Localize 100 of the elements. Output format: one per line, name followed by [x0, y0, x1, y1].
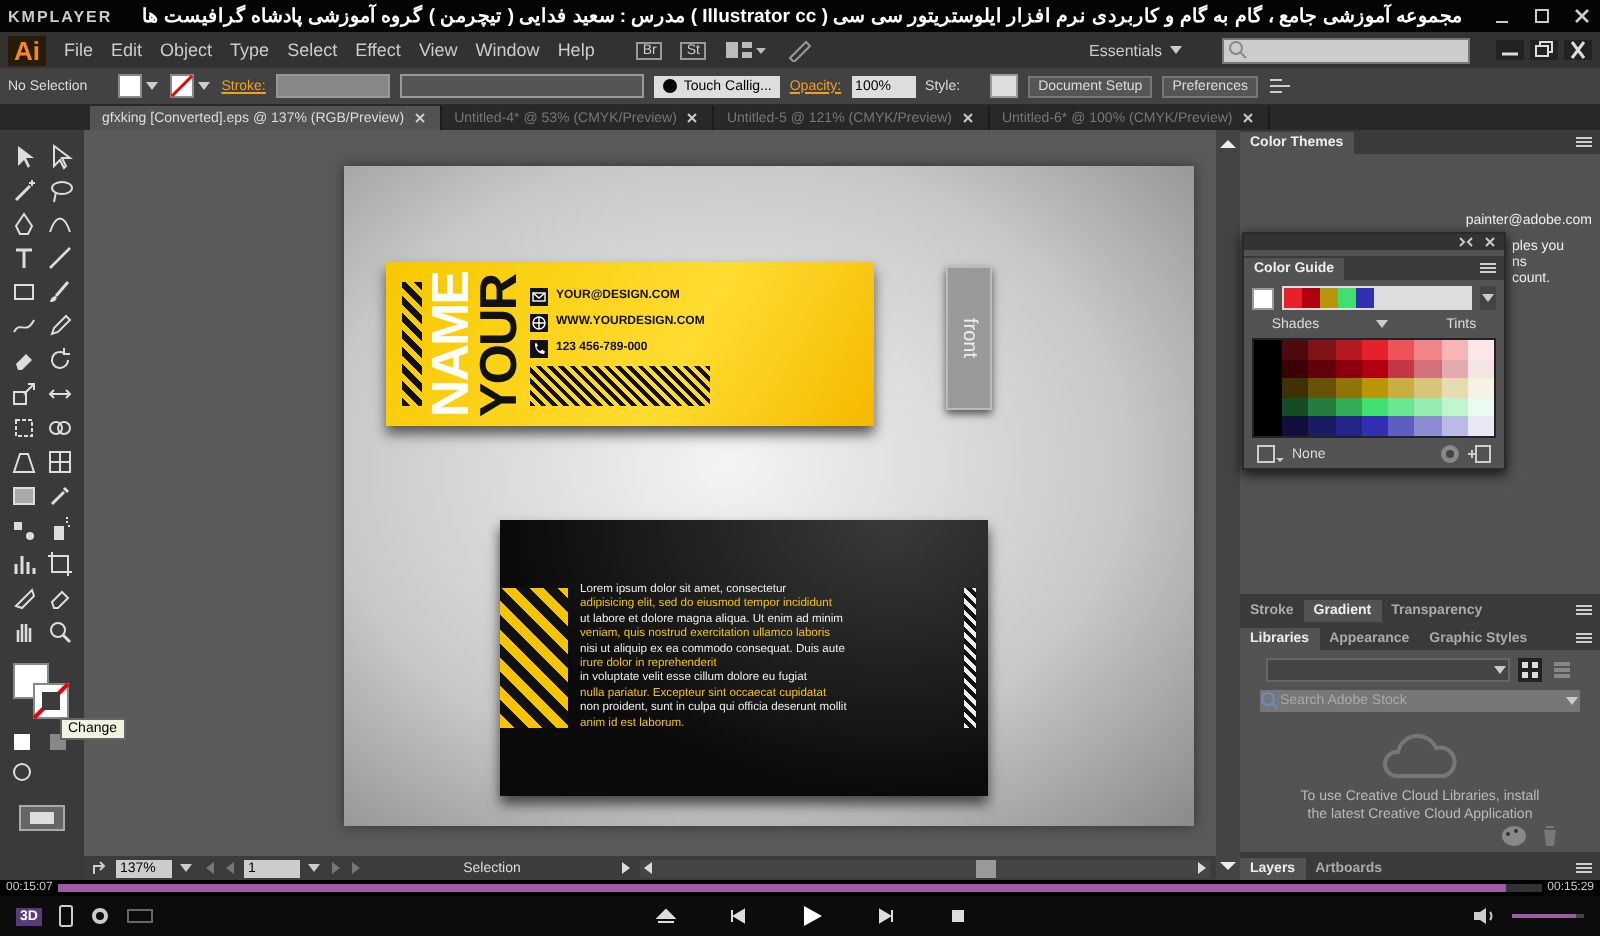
save-group-icon[interactable] — [1468, 444, 1492, 464]
phone-icon[interactable] — [57, 904, 74, 928]
shade-swatch[interactable] — [1414, 340, 1441, 360]
caret-icon[interactable] — [178, 860, 194, 876]
grid-view-icon[interactable] — [1518, 658, 1542, 682]
color-swatch[interactable] — [1338, 288, 1356, 308]
shade-swatch[interactable] — [1335, 340, 1362, 360]
workspace-dropdown[interactable]: Essentials — [1089, 41, 1184, 59]
mesh-icon[interactable] — [46, 448, 74, 476]
blend-icon[interactable] — [10, 516, 38, 544]
draw-mode-icon[interactable] — [10, 760, 34, 784]
vertical-scrollbar[interactable] — [1216, 130, 1240, 880]
shade-swatch[interactable] — [1388, 397, 1415, 417]
stop-icon[interactable] — [948, 906, 969, 926]
shade-swatch[interactable] — [1467, 416, 1494, 436]
gradient-icon[interactable] — [10, 482, 38, 510]
shade-swatch[interactable] — [1388, 378, 1415, 398]
color-swatch[interactable] — [1320, 288, 1338, 308]
shade-swatch[interactable] — [1335, 378, 1362, 398]
close-icon[interactable] — [1482, 234, 1498, 250]
fill-swatch[interactable] — [117, 74, 160, 98]
previous-icon[interactable] — [728, 906, 749, 926]
panel-menu-icon[interactable] — [1478, 260, 1498, 276]
eject-icon[interactable] — [656, 906, 677, 926]
pencil-icon[interactable] — [46, 312, 74, 340]
shade-swatch[interactable] — [1282, 416, 1309, 436]
close-icon[interactable] — [959, 110, 976, 126]
zoom-icon[interactable] — [46, 618, 74, 646]
eyedropper-icon[interactable] — [46, 482, 74, 510]
style-swatch[interactable] — [990, 74, 1019, 98]
gear-icon[interactable] — [89, 906, 110, 926]
shade-swatch[interactable] — [1441, 416, 1468, 436]
horizontal-scrollbar[interactable] — [640, 859, 1210, 877]
graph-icon[interactable] — [10, 550, 38, 578]
close-icon[interactable] — [1564, 40, 1592, 60]
stroke-weight-field[interactable] — [275, 74, 390, 98]
shade-swatch[interactable] — [1282, 378, 1309, 398]
stroke-swatch[interactable] — [169, 74, 212, 98]
shade-swatch[interactable] — [1282, 397, 1309, 417]
library-icon[interactable] — [1256, 444, 1284, 464]
shade-swatch[interactable] — [1308, 378, 1335, 398]
restore-icon[interactable] — [1530, 40, 1558, 60]
minimize-icon[interactable] — [1496, 40, 1524, 60]
type-icon[interactable] — [10, 244, 38, 272]
menu-item[interactable]: Object — [160, 40, 213, 60]
panel-menu-icon[interactable] — [1574, 860, 1594, 876]
collapse-icon[interactable] — [1458, 236, 1474, 248]
shade-swatch[interactable] — [1467, 378, 1494, 398]
shade-swatch[interactable] — [1282, 359, 1309, 379]
scroll-thumb[interactable] — [976, 859, 996, 877]
play-icon[interactable] — [800, 904, 825, 928]
shade-swatch[interactable] — [1308, 340, 1335, 360]
base-color-swatch[interactable] — [1252, 287, 1274, 309]
menu-item[interactable]: File — [64, 40, 94, 60]
shade-swatch[interactable] — [1414, 416, 1441, 436]
close-icon[interactable] — [1572, 6, 1592, 26]
color-mode-icon[interactable] — [10, 730, 34, 754]
line-icon[interactable] — [46, 244, 74, 272]
caret-icon[interactable] — [306, 860, 322, 876]
caret-icon[interactable] — [1374, 316, 1391, 332]
artboard-icon[interactable] — [46, 550, 74, 578]
shade-swatch[interactable] — [1441, 340, 1468, 360]
rectangle-icon[interactable] — [10, 278, 38, 306]
panel-menu-icon[interactable] — [1574, 630, 1594, 646]
arrange-icon[interactable] — [723, 38, 768, 62]
search-field[interactable] — [1222, 37, 1470, 63]
harmony-bar[interactable] — [1282, 286, 1472, 310]
color-swatch[interactable] — [1284, 288, 1302, 308]
rotate-icon[interactable] — [46, 346, 74, 374]
screen-mode-icon[interactable] — [18, 804, 66, 832]
next-icon[interactable] — [876, 906, 897, 926]
color-wheel-icon[interactable] — [1440, 444, 1460, 464]
play-icon[interactable] — [618, 860, 634, 876]
close-icon[interactable] — [1240, 110, 1257, 126]
share-icon[interactable] — [90, 858, 110, 878]
shade-swatch[interactable] — [1414, 378, 1441, 398]
menu-item[interactable]: Window — [475, 40, 540, 60]
shade-swatch[interactable] — [1308, 416, 1335, 436]
menu-item[interactable]: Type — [230, 40, 270, 60]
shade-swatch[interactable] — [1388, 416, 1415, 436]
menu-item[interactable]: Effect — [355, 40, 401, 60]
color-swatch[interactable] — [1302, 288, 1320, 308]
shade-swatch[interactable] — [1388, 359, 1415, 379]
free-transform-icon[interactable] — [10, 414, 38, 442]
menu-item[interactable]: View — [418, 40, 458, 60]
lasso-icon[interactable] — [46, 176, 74, 204]
speaker-icon[interactable] — [1472, 906, 1497, 926]
shade-swatch[interactable] — [1335, 416, 1362, 436]
fill-stroke-icon[interactable] — [12, 662, 72, 722]
menu-item[interactable]: Select — [287, 40, 338, 60]
profile-dropdown[interactable] — [399, 74, 644, 98]
wand-icon[interactable] — [10, 176, 38, 204]
shade-swatch[interactable] — [1361, 378, 1388, 398]
slice-icon[interactable] — [10, 584, 38, 612]
shade-swatch[interactable] — [1361, 416, 1388, 436]
shade-swatch[interactable] — [1282, 340, 1309, 360]
align-icon[interactable] — [1267, 76, 1296, 96]
perspective-icon[interactable] — [10, 448, 38, 476]
menu-item[interactable]: Help — [557, 40, 595, 60]
menu-item[interactable]: Edit — [111, 40, 143, 60]
